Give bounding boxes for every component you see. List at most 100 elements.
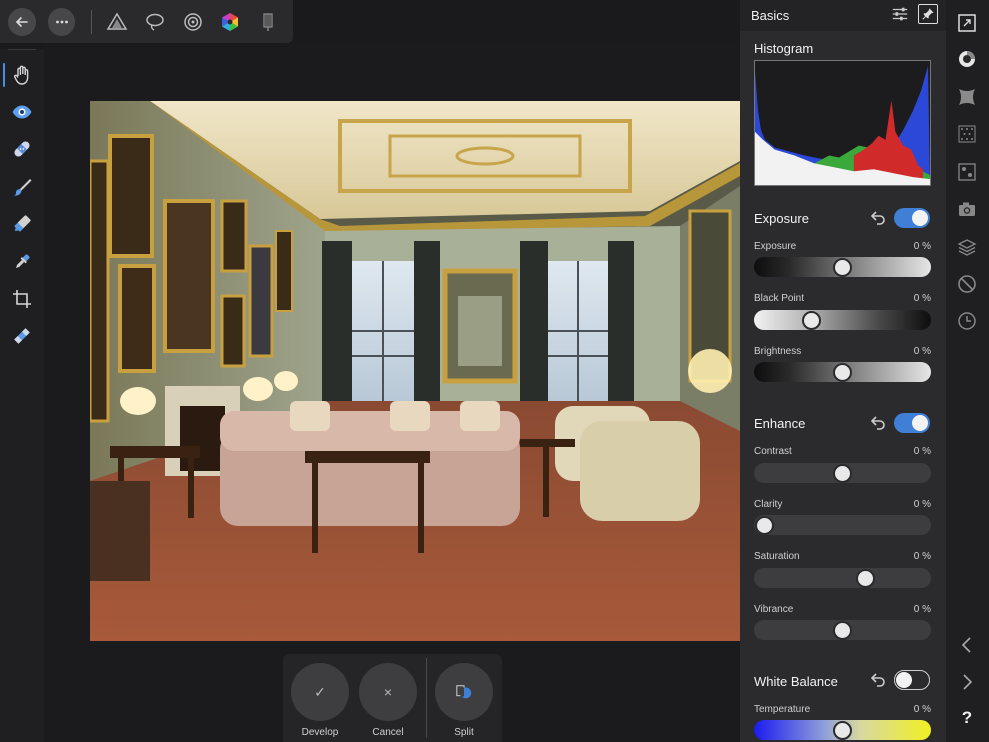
studio-bar: ? <box>946 0 989 742</box>
saturation-slider-label: Saturation <box>754 551 800 562</box>
gradient-tool[interactable] <box>8 248 36 276</box>
saturation-slider-value: 0 % <box>913 551 931 562</box>
temperature-slider[interactable] <box>754 720 931 740</box>
black-point-slider[interactable] <box>754 310 931 330</box>
top-toolbar <box>0 0 293 43</box>
details-studio-button[interactable] <box>956 161 978 183</box>
layers-icon <box>957 239 977 256</box>
overlay-icon <box>14 328 30 344</box>
brush-tool[interactable] <box>8 173 36 201</box>
clone-tool[interactable] <box>8 210 36 238</box>
develop-persona-button[interactable] <box>218 9 244 35</box>
basics-panel: Basics Histogram Exposure Exposure 0 % B… <box>740 0 946 742</box>
exposure-slider[interactable] <box>754 257 931 277</box>
tools-divider <box>8 49 36 50</box>
view-tool[interactable] <box>3 61 36 89</box>
vibrance-slider[interactable] <box>754 620 931 640</box>
histogram <box>754 60 931 186</box>
cancel-button[interactable]: × <box>359 663 417 721</box>
blemish-tool[interactable] <box>8 135 36 163</box>
crop-tool[interactable] <box>8 285 36 313</box>
paintbrush-icon <box>14 179 32 196</box>
photo-persona-button[interactable] <box>104 9 130 35</box>
slider-thumb[interactable] <box>833 721 852 740</box>
bandage-icon <box>14 141 30 157</box>
navigator-icon <box>958 14 976 32</box>
collapse-right-button[interactable] <box>956 671 978 693</box>
brightness-slider[interactable] <box>754 362 931 382</box>
photo-persona-icon <box>106 12 128 30</box>
clarity-slider[interactable] <box>754 515 931 535</box>
help-button[interactable]: ? <box>956 708 978 730</box>
reset-exposure-icon[interactable] <box>869 209 887 227</box>
overlay-gradient-tool[interactable] <box>8 322 36 350</box>
split-button[interactable] <box>435 663 493 721</box>
split-view-icon <box>456 685 472 699</box>
saturation-slider[interactable] <box>754 568 931 588</box>
clarity-slider-value: 0 % <box>913 499 931 510</box>
lasso-icon <box>146 13 164 31</box>
details-icon <box>958 163 976 181</box>
liquify-persona-button[interactable] <box>180 9 206 35</box>
develop-hexagon-icon <box>222 12 239 31</box>
reset-white-balance-icon[interactable] <box>869 671 887 689</box>
slider-thumb[interactable] <box>801 311 821 330</box>
slider-thumb[interactable] <box>856 569 876 588</box>
tone-mapping-icon <box>263 12 273 31</box>
basics-studio-button[interactable] <box>956 48 978 70</box>
sliders-icon <box>892 7 908 21</box>
chevron-right-icon <box>963 674 973 690</box>
split-label: Split <box>454 727 474 738</box>
navigator-studio-button[interactable] <box>956 12 978 34</box>
context-separator <box>426 658 427 738</box>
lens-studio-button[interactable] <box>956 86 978 108</box>
brightness-slider-value: 0 % <box>913 346 931 357</box>
liquify-swirl-icon <box>183 12 202 31</box>
exposure-slider-value: 0 % <box>913 241 931 252</box>
pin-panel-button[interactable] <box>918 4 938 24</box>
exposure-slider-label: Exposure <box>754 241 797 252</box>
overlays-studio-button[interactable] <box>956 273 978 295</box>
clock-icon <box>958 312 976 330</box>
black-point-slider-value: 0 % <box>913 293 931 304</box>
tools-panel <box>0 49 44 742</box>
slider-thumb[interactable] <box>833 363 852 382</box>
eyedropper-icon <box>15 254 30 269</box>
slider-thumb[interactable] <box>833 621 852 640</box>
more-button[interactable] <box>47 7 76 36</box>
slider-thumb[interactable] <box>833 464 852 483</box>
interior-photo-illustration <box>90 101 740 641</box>
vibrance-slider-value: 0 % <box>913 604 931 615</box>
enhance-toggle[interactable] <box>894 413 930 433</box>
exposure-title: Exposure <box>754 211 809 226</box>
collapse-left-button[interactable] <box>956 634 978 656</box>
white-balance-toggle[interactable] <box>894 670 930 690</box>
slider-thumb[interactable] <box>833 258 852 277</box>
photo-image[interactable] <box>90 101 740 641</box>
temperature-slider-label: Temperature <box>754 704 811 715</box>
toggle-knob <box>912 415 928 431</box>
clarity-slider-label: Clarity <box>754 499 783 510</box>
develop-label: Develop <box>301 727 339 738</box>
close-icon: × <box>383 684 393 700</box>
camera-icon <box>959 202 975 216</box>
selection-persona-button[interactable] <box>142 9 168 35</box>
enhance-title: Enhance <box>754 416 806 431</box>
reset-enhance-icon[interactable] <box>869 414 887 432</box>
tone-mapping-persona-button[interactable] <box>255 9 281 35</box>
back-button[interactable] <box>8 7 36 36</box>
layers-studio-button[interactable] <box>956 236 978 258</box>
contrast-slider[interactable] <box>754 463 931 483</box>
slider-thumb[interactable] <box>755 516 774 535</box>
temperature-slider-value: 0 % <box>913 704 931 715</box>
brightness-slider-label: Brightness <box>754 346 802 357</box>
vibrance-slider-label: Vibrance <box>754 604 794 615</box>
exposure-toggle[interactable] <box>894 208 930 228</box>
history-studio-button[interactable] <box>956 310 978 332</box>
panel-settings-button[interactable] <box>890 4 910 24</box>
red-eye-tool[interactable] <box>8 98 36 126</box>
chevron-left-icon <box>961 637 971 653</box>
develop-button[interactable]: ✓ <box>291 663 349 721</box>
noise-studio-button[interactable] <box>956 123 978 145</box>
camera-studio-button[interactable] <box>956 198 978 220</box>
